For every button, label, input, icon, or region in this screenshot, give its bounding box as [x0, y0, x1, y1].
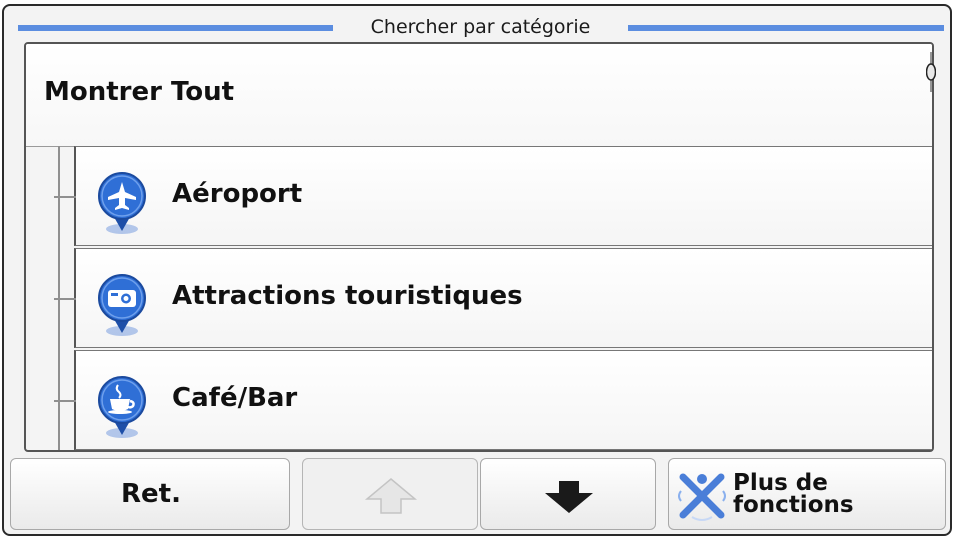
category-list: Montrer Tout Aéroport Attractions touris…	[24, 42, 934, 452]
more-functions-label-line2: fonctions	[733, 492, 854, 518]
arrow-up-icon	[364, 478, 418, 514]
arrow-down-icon	[545, 481, 593, 513]
camera-icon	[98, 274, 146, 336]
tree-branch	[54, 400, 76, 402]
category-label: Aéroport	[172, 179, 303, 209]
title-bar: Chercher par catégorie	[18, 14, 944, 40]
list-item-cafe-bar[interactable]: Café/Bar	[54, 350, 932, 450]
list-item-airport[interactable]: Aéroport	[54, 146, 932, 246]
scrollbar-thumb[interactable]	[926, 52, 936, 92]
tree-branch	[54, 196, 76, 198]
scroll-down-button[interactable]	[480, 458, 656, 530]
more-functions-button[interactable]: Plus de fonctions	[668, 458, 946, 530]
back-button-label: Ret.	[121, 479, 181, 509]
bottom-toolbar: Ret. Plus de fonctions	[10, 458, 946, 532]
list-item-show-all[interactable]: Montrer Tout	[26, 44, 932, 147]
more-functions-icon	[678, 473, 726, 521]
show-all-label: Montrer Tout	[44, 77, 235, 107]
scroll-up-button[interactable]	[302, 458, 478, 530]
airport-icon	[98, 172, 146, 234]
back-button[interactable]: Ret.	[10, 458, 290, 530]
category-label: Café/Bar	[172, 383, 298, 413]
scrollbar[interactable]	[926, 44, 936, 450]
title-line-left	[18, 25, 333, 31]
coffee-cup-icon	[98, 376, 146, 438]
tree-branch	[54, 298, 76, 300]
category-label: Attractions touristiques	[172, 281, 523, 311]
page-title: Chercher par catégorie	[370, 16, 591, 38]
title-line-right	[628, 25, 944, 31]
list-item-tourist-attractions[interactable]: Attractions touristiques	[54, 248, 932, 348]
